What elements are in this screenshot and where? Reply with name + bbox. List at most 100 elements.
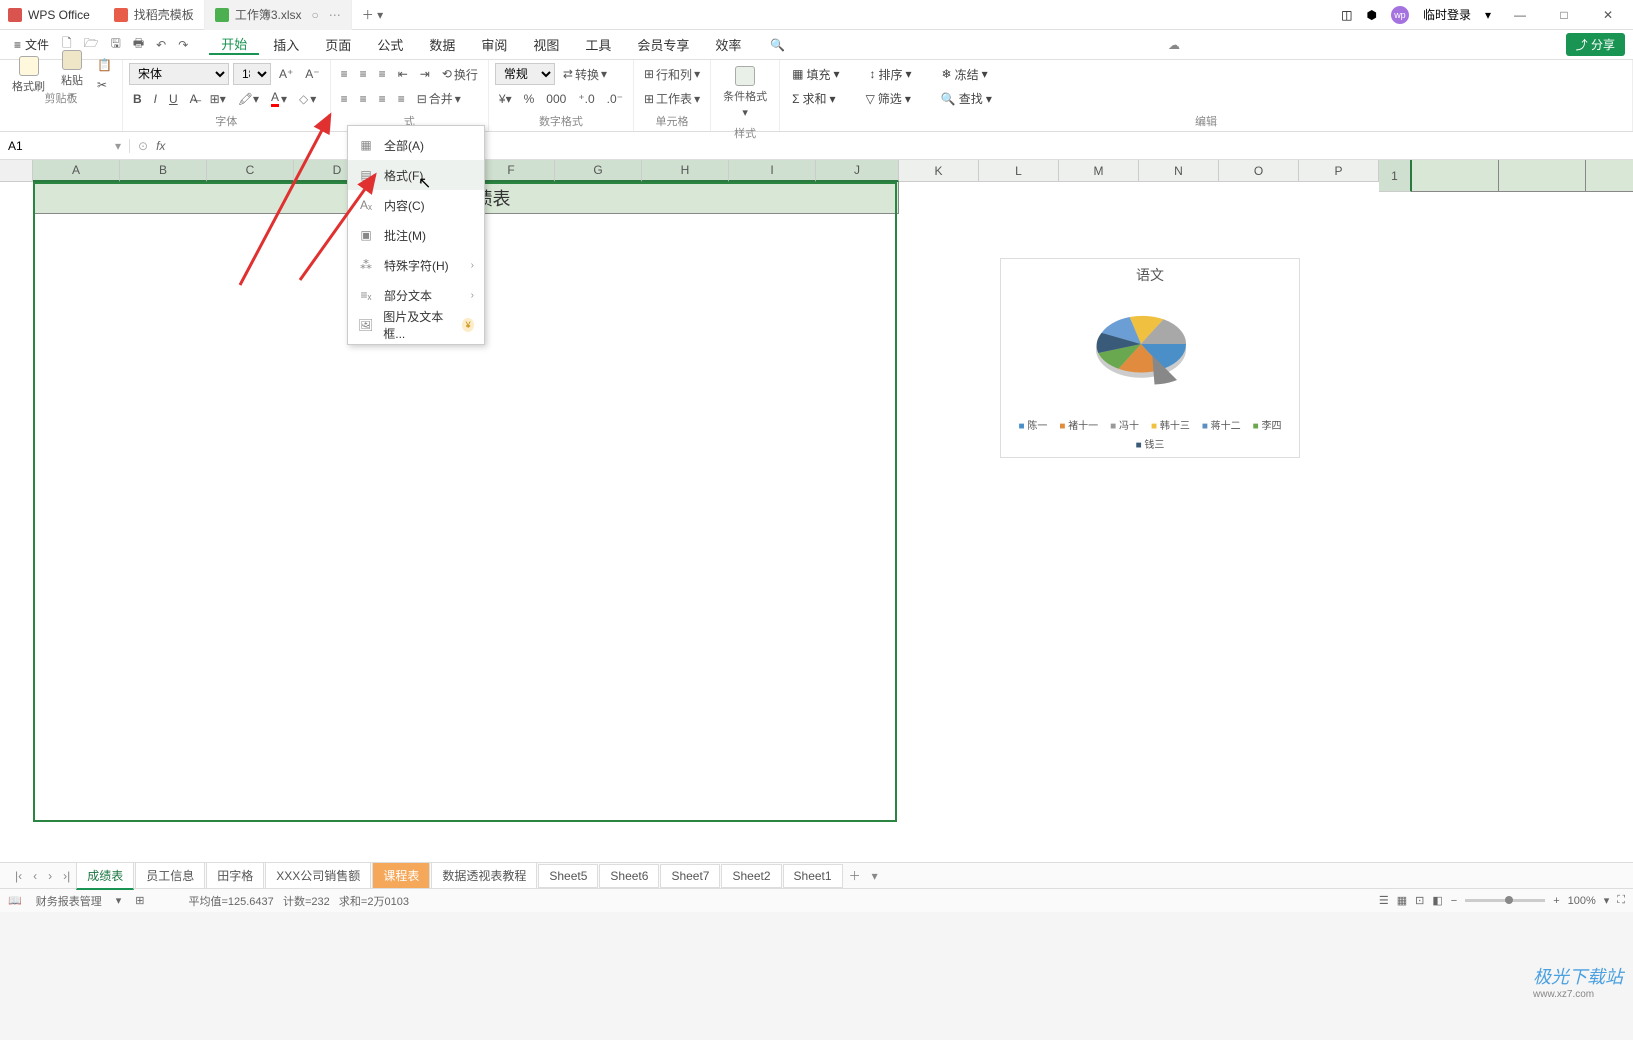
increase-font-icon[interactable]: A⁺ bbox=[275, 65, 297, 83]
italic-icon[interactable]: I bbox=[150, 90, 161, 108]
file-menu[interactable]: ≡ 文件 bbox=[8, 36, 55, 53]
filter-button[interactable]: ▽ 筛选▾ bbox=[860, 88, 917, 109]
add-sheet-icon[interactable]: ＋ bbox=[844, 867, 866, 884]
tab-last-icon[interactable]: ›| bbox=[58, 869, 75, 883]
ctx-image[interactable]: 🖼图片及文本框...¥ bbox=[348, 310, 484, 340]
tab-first-icon[interactable]: |‹ bbox=[10, 869, 27, 883]
cell[interactable] bbox=[1499, 160, 1586, 192]
pie-chart[interactable]: 语文 陈一 褚十一 冯十 韩十三 蒋十二 李四 钱三 bbox=[1000, 258, 1300, 458]
align-right-icon[interactable]: ≡ bbox=[375, 90, 390, 108]
status-book-icon[interactable]: 📖 bbox=[8, 894, 22, 907]
ctx-partial[interactable]: ≡ₓ部分文本› bbox=[348, 280, 484, 310]
col-header[interactable]: K bbox=[899, 160, 979, 182]
status-mgmt[interactable]: 财务报表管理 bbox=[36, 893, 102, 909]
save-icon[interactable]: 🖫 bbox=[106, 34, 126, 55]
minimize-button[interactable]: — bbox=[1505, 8, 1535, 22]
col-header[interactable]: A bbox=[33, 160, 120, 182]
wrap-button[interactable]: ⟲ 换行 bbox=[438, 64, 482, 85]
sum-button[interactable]: Σ 求和▾ bbox=[786, 88, 841, 109]
menu-efficiency[interactable]: 效率 bbox=[703, 35, 753, 54]
cube-icon[interactable]: ⬢ bbox=[1366, 8, 1376, 22]
align-justify-icon[interactable]: ≡ bbox=[394, 90, 409, 108]
fx-label[interactable]: fx bbox=[156, 139, 165, 153]
col-header[interactable]: L bbox=[979, 160, 1059, 182]
sheet-tab[interactable]: Sheet1 bbox=[783, 864, 843, 888]
freeze-button[interactable]: ❄ 冻结▾ bbox=[936, 64, 994, 85]
row-col-button[interactable]: ⊞ 行和列▾ bbox=[640, 64, 704, 85]
fullscreen-icon[interactable]: ⛶ bbox=[1617, 894, 1625, 907]
layout-icon[interactable]: ◫ bbox=[1341, 8, 1352, 22]
sheet-tab[interactable]: Sheet2 bbox=[721, 864, 781, 888]
sheet-tab[interactable]: Sheet5 bbox=[538, 864, 598, 888]
border-icon[interactable]: ⊞▾ bbox=[206, 90, 230, 108]
menu-formula[interactable]: 公式 bbox=[365, 35, 415, 54]
underline-icon[interactable]: U bbox=[165, 90, 182, 108]
font-color-icon[interactable]: A▾ bbox=[267, 88, 291, 109]
cond-format-button[interactable]: 条件格式▾ bbox=[717, 62, 773, 123]
view-custom-icon[interactable]: ◧ bbox=[1432, 894, 1442, 907]
number-format-select[interactable]: 常规 bbox=[495, 63, 555, 85]
avatar[interactable]: wp bbox=[1391, 6, 1409, 24]
ctx-content[interactable]: Aₓ内容(C) bbox=[348, 190, 484, 220]
menu-start[interactable]: 开始 bbox=[209, 34, 259, 55]
align-center-icon[interactable]: ≡ bbox=[356, 90, 371, 108]
view-normal-icon[interactable]: ☰ bbox=[1379, 894, 1389, 907]
menu-vip[interactable]: 会员专享 bbox=[625, 35, 701, 54]
align-middle-icon[interactable]: ≡ bbox=[356, 65, 371, 83]
col-header[interactable]: M bbox=[1059, 160, 1139, 182]
menu-page[interactable]: 页面 bbox=[313, 35, 363, 54]
name-box[interactable]: A1▾ bbox=[0, 139, 130, 153]
align-left-icon[interactable]: ≡ bbox=[337, 90, 352, 108]
font-size-select[interactable]: 18 bbox=[233, 63, 271, 85]
col-header[interactable]: P bbox=[1299, 160, 1379, 182]
merge-button[interactable]: ⊟ 合并▾ bbox=[413, 88, 465, 109]
ctx-all[interactable]: ▦全部(A) bbox=[348, 130, 484, 160]
user-dropdown-icon[interactable]: ▾ bbox=[1485, 8, 1491, 22]
worksheet-button[interactable]: ⊞ 工作表▾ bbox=[640, 88, 704, 109]
share-button[interactable]: ⤴ 分享 bbox=[1566, 33, 1625, 56]
cell[interactable] bbox=[1412, 160, 1499, 192]
copy-icon[interactable]: 📋 bbox=[93, 56, 116, 74]
menu-tools[interactable]: 工具 bbox=[573, 35, 623, 54]
convert-button[interactable]: ⇄ 转换▾ bbox=[559, 64, 611, 85]
thousands-icon[interactable]: 000 bbox=[542, 90, 570, 108]
decimal-inc-icon[interactable]: ⁺.0 bbox=[574, 90, 598, 108]
col-header[interactable]: H bbox=[642, 160, 729, 182]
tab-menu-icon[interactable]: ⋯ bbox=[329, 8, 341, 22]
zoom-out-icon[interactable]: − bbox=[1451, 895, 1457, 907]
col-header[interactable]: C bbox=[207, 160, 294, 182]
tab-prev-icon[interactable]: ‹ bbox=[28, 869, 42, 883]
zoom-level[interactable]: 100% bbox=[1568, 895, 1596, 907]
xls-tab[interactable]: 工作簿3.xlsx ○ ⋯ bbox=[205, 0, 352, 30]
fx-cancel-icon[interactable]: ⊙ bbox=[138, 139, 148, 153]
row-header[interactable]: 1 bbox=[1379, 160, 1412, 192]
status-grid-icon[interactable]: ⊞ bbox=[135, 894, 144, 907]
find-button[interactable]: 🔍 查找▾ bbox=[935, 88, 998, 109]
new-tab-button[interactable]: ＋ ▾ bbox=[352, 6, 393, 23]
zoom-slider[interactable] bbox=[1465, 899, 1545, 902]
currency-icon[interactable]: ¥▾ bbox=[495, 90, 516, 108]
sheet-tab[interactable]: 田字格 bbox=[206, 862, 264, 889]
decimal-dec-icon[interactable]: .0⁻ bbox=[603, 90, 627, 108]
col-header[interactable]: J bbox=[816, 160, 899, 182]
col-header[interactable]: I bbox=[729, 160, 816, 182]
indent-decrease-icon[interactable]: ⇤ bbox=[394, 65, 412, 83]
ctx-format[interactable]: ▤格式(F) bbox=[348, 160, 484, 190]
cloud-icon[interactable]: ☁ bbox=[1168, 38, 1180, 52]
indent-increase-icon[interactable]: ⇥ bbox=[416, 65, 434, 83]
user-label[interactable]: 临时登录 bbox=[1423, 6, 1471, 23]
sheet-tab[interactable]: 成绩表 bbox=[76, 862, 134, 890]
doc-tab[interactable]: 找稻壳模板 bbox=[104, 0, 205, 30]
sheet-tab[interactable]: 课程表 bbox=[372, 862, 430, 889]
sheet-tab[interactable]: XXX公司销售额 bbox=[265, 862, 371, 889]
menu-data[interactable]: 数据 bbox=[417, 35, 467, 54]
select-all-corner[interactable] bbox=[0, 160, 33, 182]
bold-icon[interactable]: B bbox=[129, 90, 146, 108]
cell[interactable] bbox=[1586, 160, 1633, 192]
menu-view[interactable]: 视图 bbox=[521, 35, 571, 54]
fill-color-icon[interactable]: ◇▾ bbox=[295, 90, 320, 108]
redo-icon[interactable]: ↷ bbox=[173, 38, 193, 52]
sheet-tab[interactable]: 数据透视表教程 bbox=[431, 862, 537, 889]
print-icon[interactable]: 🖶 bbox=[128, 34, 149, 55]
decrease-font-icon[interactable]: A⁻ bbox=[301, 65, 323, 83]
